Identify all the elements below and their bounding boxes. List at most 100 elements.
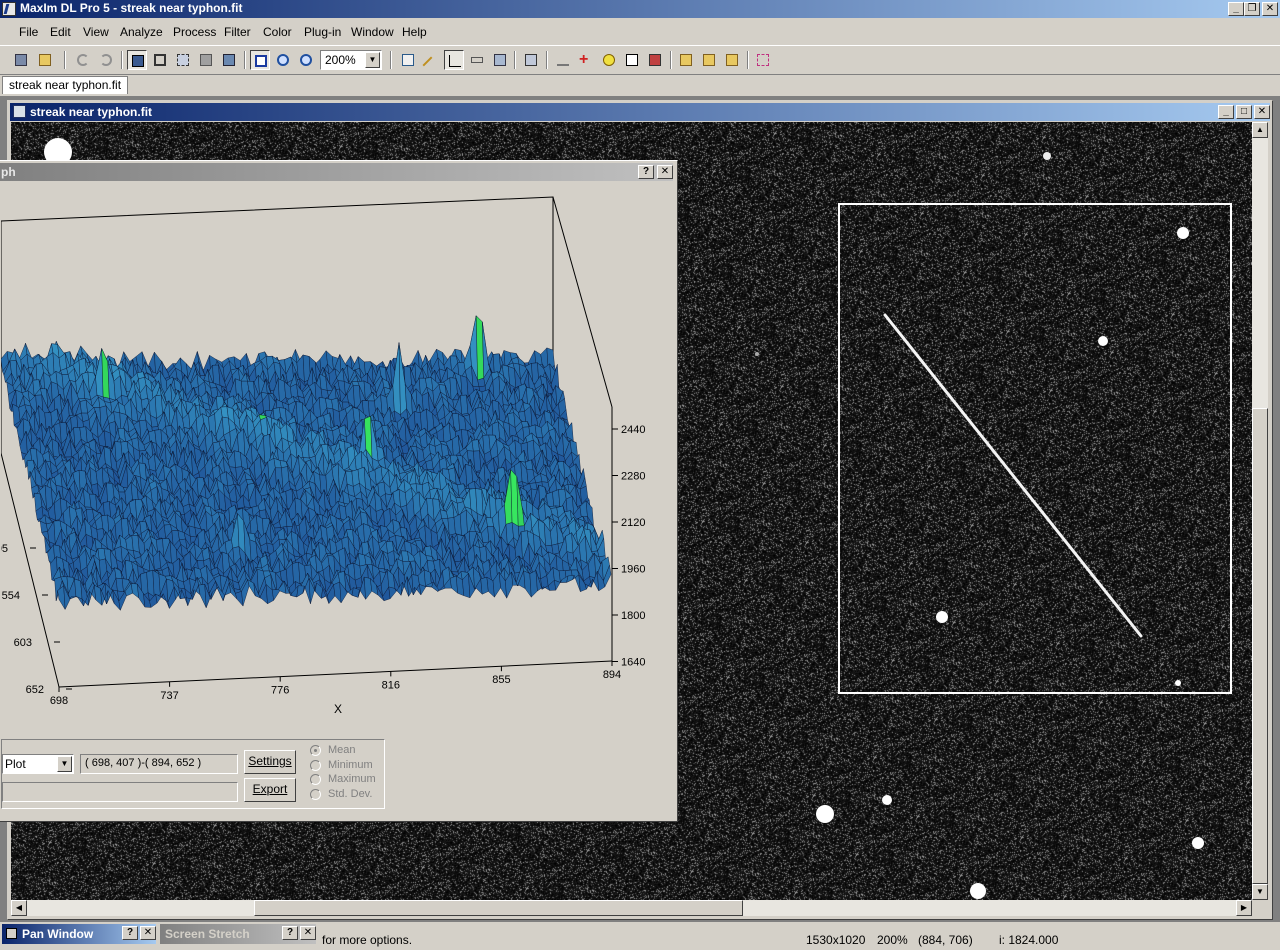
status-image-size: 1530x1020 [806,933,866,947]
folder-arrow-icon[interactable] [676,50,696,70]
x-axis-ticks: 698 737 776 816 855 894 [50,661,621,707]
document-tab-strip: streak near typhon.fit [0,74,1280,94]
x-tick-label: 816 [382,679,400,691]
ruler-icon[interactable] [467,50,487,70]
app-title-bar[interactable]: MaxIm DL Pro 5 - streak near typhon.fit … [0,0,1280,18]
toolbar-separator [514,51,516,69]
minimize-icon[interactable]: _ [1218,105,1234,119]
scroll-up-icon[interactable]: ▲ [1252,122,1268,138]
region-field[interactable]: ( 698, 407 )-( 894, 652 ) [80,754,238,774]
x-tick-label: 776 [271,685,289,697]
scroll-left-icon[interactable]: ◀ [11,900,27,916]
zoom-level-select[interactable]: 200% ▼ [320,50,382,70]
chevron-down-icon[interactable]: ▼ [57,756,72,772]
maximize-icon[interactable]: □ [1236,105,1252,119]
scroll-down-icon[interactable]: ▼ [1252,884,1268,900]
x-tick-label: 894 [603,669,621,681]
star [1177,227,1189,239]
status-intensity: i: 1824.000 [999,933,1059,947]
open-folder-icon[interactable] [35,50,55,70]
menu-file[interactable]: File [19,25,38,39]
settings-button[interactable]: Settings [244,750,296,774]
menu-plugin[interactable]: Plug-in [304,25,341,39]
plot-type-select[interactable]: Plot ▼ [2,754,74,774]
redo-icon[interactable] [96,50,116,70]
graph-window[interactable]: ph ? ✕ 2440 2280 2120 1960 1800 1640 505 554 60… [0,160,678,822]
selection-rectangle[interactable] [838,203,1232,694]
graph-window-title-bar[interactable]: ph ? ✕ [0,163,673,181]
z-tick-label: 2120 [621,517,645,529]
close-icon[interactable]: ✕ [1262,2,1278,16]
vertical-scroll-thumb[interactable] [1252,408,1268,884]
toolbar-separator [747,51,749,69]
x-tick-label: 855 [492,674,510,686]
folders-icon[interactable] [699,50,719,70]
star [816,805,834,823]
menu-help[interactable]: Help [402,25,427,39]
minimize-icon[interactable]: _ [1228,2,1244,16]
help-icon[interactable]: ? [638,165,654,179]
close-icon[interactable]: ✕ [1254,105,1270,119]
crop-icon[interactable] [150,50,170,70]
horizontal-scroll-thumb[interactable] [254,900,743,916]
star [936,611,948,623]
menu-analyze[interactable]: Analyze [120,25,163,39]
stack-icon[interactable] [490,50,510,70]
toolbar-separator [670,51,672,69]
fit-window-icon[interactable] [173,50,193,70]
properties-icon[interactable] [196,50,216,70]
crosshair-icon[interactable]: + [576,50,596,70]
measure-icon[interactable] [553,50,573,70]
toolbar-separator [546,51,548,69]
surface-cell [271,589,281,601]
toolbar-separator [64,51,66,69]
plugin-icon[interactable] [753,50,773,70]
zoom-in-icon[interactable] [273,50,293,70]
chevron-down-icon[interactable]: ▼ [365,52,380,68]
close-icon[interactable]: ✕ [657,165,673,179]
new-window-icon[interactable] [11,50,31,70]
information-icon[interactable] [398,50,418,70]
toolbar-separator [121,51,123,69]
y-tick-label: 505 [1,543,8,555]
status-zoom: 200% [877,933,908,947]
star [1043,152,1051,160]
status-hint: for more options. [322,933,413,947]
menu-color[interactable]: Color [263,25,292,39]
plot-box-back [0,196,554,369]
menu-window[interactable]: Window [351,25,394,39]
calibrate-icon[interactable] [521,50,541,70]
zoom-fit-icon[interactable] [250,50,270,70]
preview-icon[interactable] [219,50,239,70]
surface-plot: 2440 2280 2120 1960 1800 1640 505 554 603 652 69… [0,196,645,716]
plot-box-right-edge [552,196,613,408]
star-icon[interactable] [599,50,619,70]
graph-icon[interactable] [444,50,464,70]
vertical-scrollbar[interactable]: ▲ ▼ [1252,122,1268,900]
scroll-right-icon[interactable]: ▶ [1236,900,1252,916]
plot-area[interactable]: 2440 2280 2120 1960 1800 1640 505 554 603 652 69… [0,183,673,733]
restore-icon[interactable]: ❐ [1244,2,1260,16]
zoom-out-icon[interactable] [296,50,316,70]
horizontal-scrollbar[interactable]: ◀ ▶ [11,900,1252,916]
z-tick-label: 1800 [621,610,645,622]
x-tick-label: 698 [50,695,68,707]
folder-star-icon[interactable] [722,50,742,70]
status-field[interactable] [2,782,238,802]
line-tool-icon[interactable] [421,50,441,74]
image-window-title-bar[interactable]: streak near typhon.fit _ □ ✕ [10,103,1270,121]
surface-cell [69,596,78,600]
maxim-app-icon[interactable] [2,2,16,16]
image-view-icon[interactable] [127,50,147,70]
menu-filter[interactable]: Filter [224,25,251,39]
menu-view[interactable]: View [83,25,109,39]
graph-window-title: ph [1,165,16,179]
undo-icon[interactable] [73,50,93,70]
export-button[interactable]: Export [244,778,296,802]
filmstrip-icon[interactable] [645,50,665,70]
counter-icon[interactable] [622,50,642,70]
menu-edit[interactable]: Edit [50,25,71,39]
menu-process[interactable]: Process [173,25,216,39]
z-axis-ticks: 2440 2280 2120 1960 1800 1640 [612,424,645,669]
tab-streak-near-typhon[interactable]: streak near typhon.fit [2,76,129,94]
